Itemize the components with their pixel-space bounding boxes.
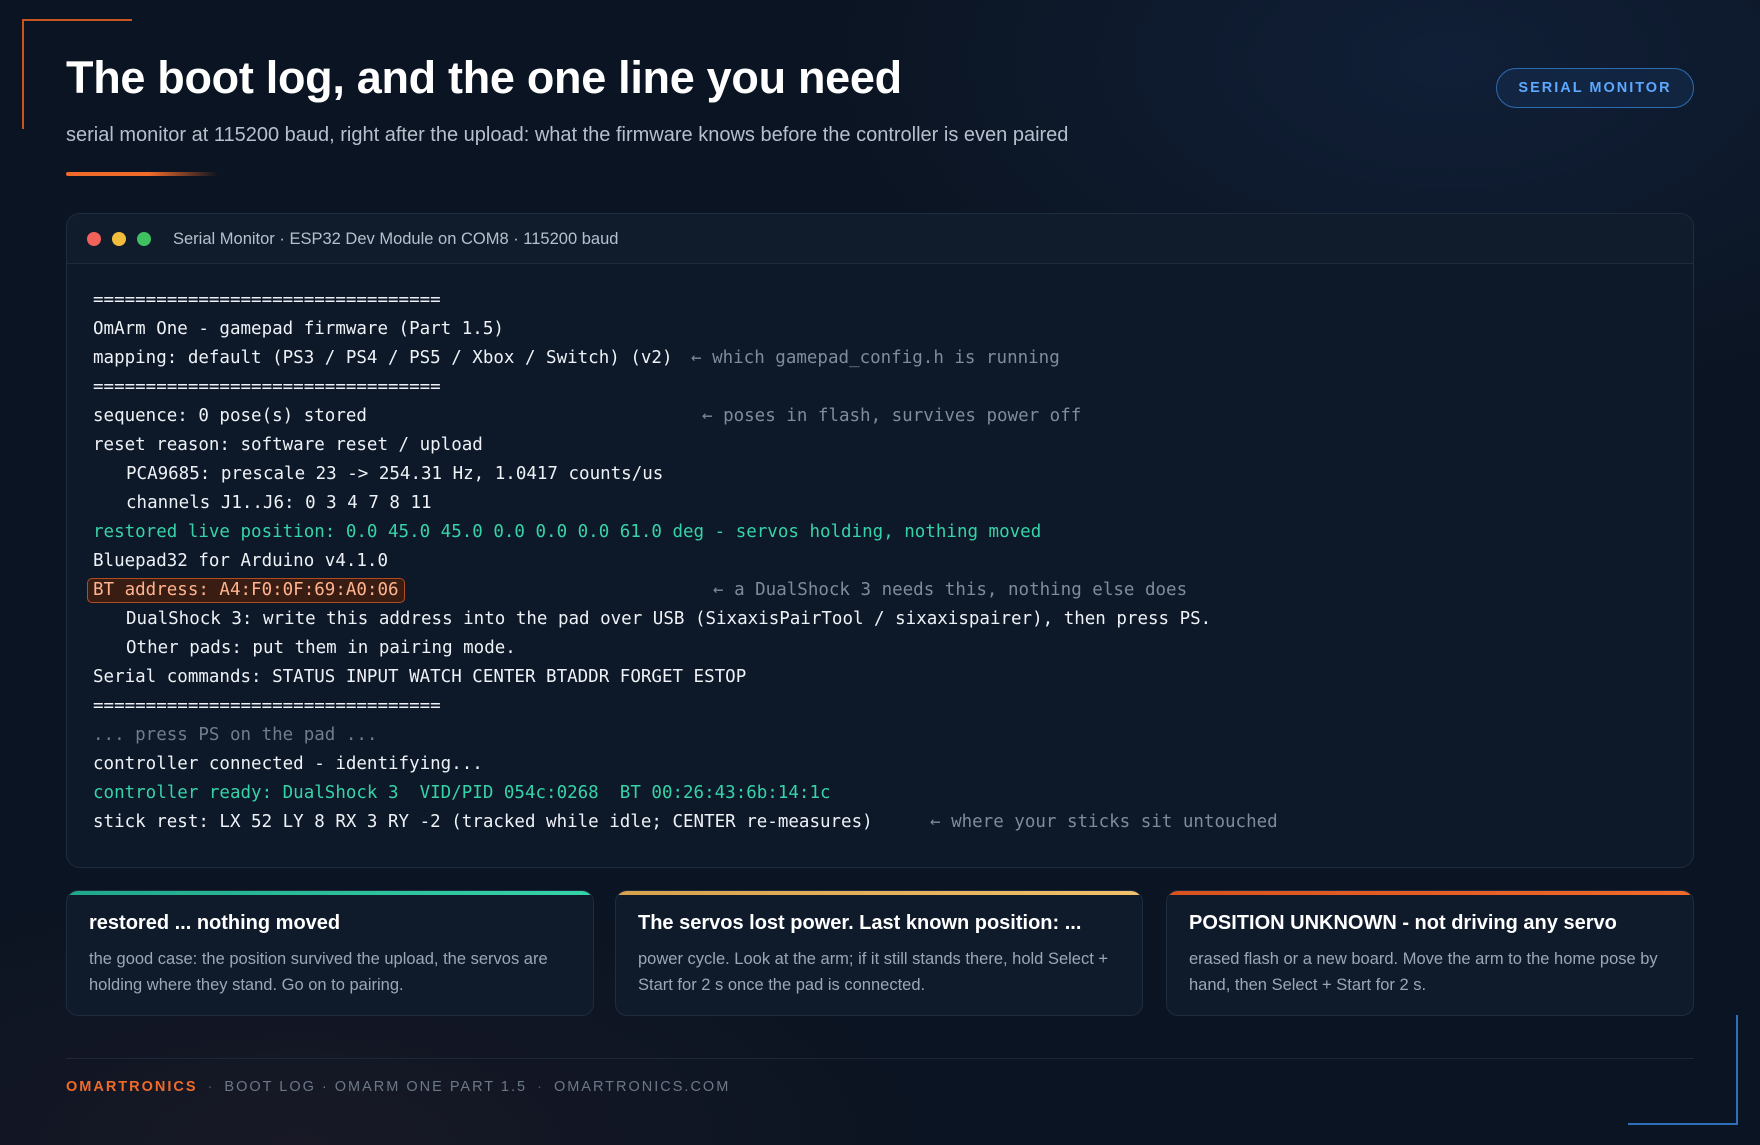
log-line-mapping: mapping: default (PS3 / PS4 / PS5 / Xbox… [93, 344, 1683, 373]
serial-monitor-badge: SERIAL MONITOR [1496, 68, 1694, 108]
card-title: POSITION UNKNOWN - not driving any servo [1189, 912, 1617, 934]
footer-section: BOOT LOG · OMARM ONE PART 1.5 [224, 1079, 528, 1095]
card-body: erased flash or a new board. Move the ar… [1189, 950, 1658, 994]
card-accent-bar [1167, 891, 1693, 895]
footer-divider [66, 1058, 1694, 1059]
log-line-separator: ================================= [93, 696, 441, 716]
corner-bracket-bottom-right [1628, 1015, 1738, 1125]
card-restored: restored ... nothing moved the good case… [66, 890, 594, 1016]
log-line-dualshock3-text: DualShock 3: write this address into the… [126, 609, 1212, 629]
card-body: power cycle. Look at the arm; if it stil… [638, 950, 1109, 994]
log-line-sequence: sequence: 0 pose(s) stored ← poses in fla… [93, 402, 1683, 431]
log-line-separator: ================================= [93, 377, 441, 397]
stick-rest-annotation: ← where your sticks sit untouched [930, 812, 1278, 832]
card-body: the good case: the position survived the… [89, 950, 548, 994]
minimize-dot-icon [112, 232, 126, 246]
log-line-restored-position: restored live position: 0.0 45.0 45.0 0.… [93, 522, 1042, 542]
log-line-serial-commands: Serial commands: STATUS INPUT WATCH CENT… [93, 667, 747, 687]
log-line-pca9685: PCA9685: prescale 23 -> 254.31 Hz, 1.041… [93, 460, 1683, 489]
log-line-press-ps: ... press PS on the pad ... [93, 725, 378, 745]
log-line-dualshock3: DualShock 3: write this address into the… [93, 605, 1683, 634]
log-line-controller-connected: controller connected - identifying... [93, 754, 483, 774]
log-line-sequence-text: sequence: 0 pose(s) stored [93, 406, 367, 426]
card-accent-bar [616, 891, 1142, 895]
sequence-annotation: ← poses in flash, survives power off [702, 406, 1082, 426]
log-line-controller-ready: controller ready: DualShock 3 VID/PID 05… [93, 783, 831, 803]
footer-brand: OMARTRONICS [66, 1079, 198, 1095]
card-title: The servos lost power. Last known positi… [638, 912, 1082, 934]
card-title: restored ... nothing moved [89, 912, 341, 934]
footer-separator: · [207, 1079, 215, 1095]
page-title: The boot log, and the one line you need [66, 52, 902, 103]
terminal-title: Serial Monitor · ESP32 Dev Module on COM… [173, 230, 619, 248]
close-dot-icon [87, 232, 101, 246]
log-line-stick-rest: stick rest: LX 52 LY 8 RX 3 RY -2 (track… [93, 808, 1683, 837]
log-line-pca9685-text: PCA9685: prescale 23 -> 254.31 Hz, 1.041… [126, 464, 664, 484]
card-position-unknown: POSITION UNKNOWN - not driving any servo… [1166, 890, 1694, 1016]
log-line-separator: ================================= [93, 290, 441, 310]
log-line-channels: channels J1..J6: 0 3 4 7 8 11 [93, 489, 1683, 518]
terminal-title-bar: Serial Monitor · ESP32 Dev Module on COM… [67, 214, 1693, 264]
log-line-firmware: OmArm One - gamepad firmware (Part 1.5) [93, 319, 504, 339]
card-accent-bar [67, 891, 593, 895]
footer-separator: · [537, 1079, 544, 1095]
footer: OMARTRONICS · BOOT LOG · OMARM ONE PART 1.… [66, 1079, 730, 1095]
log-line-bluepad: Bluepad32 for Arduino v4.1.0 [93, 551, 389, 571]
bt-address-highlight[interactable]: BT address: A4:F0:0F:69:A0:06 [87, 578, 405, 603]
log-line-bt-address: BT address: A4:F0:0F:69:A0:06 ← a DualSho… [87, 576, 1683, 605]
log-line-reset-reason: reset reason: software reset / upload [93, 435, 483, 455]
serial-monitor-window: Serial Monitor · ESP32 Dev Module on COM… [66, 213, 1694, 868]
log-line-mapping-text: mapping: default (PS3 / PS4 / PS5 / Xbox… [93, 348, 673, 368]
mapping-annotation: ← which gamepad_config.h is running [691, 348, 1060, 368]
card-lost-power: The servos lost power. Last known positi… [615, 890, 1143, 1016]
log-line-stick-rest-text: stick rest: LX 52 LY 8 RX 3 RY -2 (track… [93, 812, 873, 832]
log-line-other-pads: Other pads: put them in pairing mode. [93, 634, 1683, 663]
footer-site-link[interactable]: OMARTRONICS.COM [554, 1079, 730, 1095]
maximize-dot-icon [137, 232, 151, 246]
boot-log: ================================= OmArm … [87, 286, 1683, 837]
page-subtitle: serial monitor at 115200 baud, right aft… [66, 124, 1069, 146]
log-line-channels-text: channels J1..J6: 0 3 4 7 8 11 [126, 493, 432, 513]
log-line-other-pads-text: Other pads: put them in pairing mode. [126, 638, 516, 658]
title-accent-line [66, 172, 218, 176]
bt-address-annotation: ← a DualShock 3 needs this, nothing else… [713, 580, 1188, 600]
